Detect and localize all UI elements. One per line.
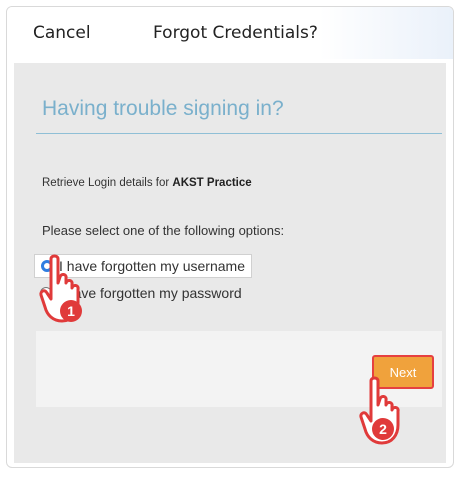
- pointing-hand-icon: 1: [39, 254, 82, 323]
- page-heading: Having trouble signing in?: [42, 97, 284, 120]
- organization-name: AKST Practice: [172, 177, 252, 189]
- options-prompt: Please select one of the following optio…: [42, 223, 285, 238]
- pointing-hand-icon: 2: [359, 376, 400, 445]
- retrieve-prefix: Retrieve Login details for: [42, 177, 173, 189]
- step-1-badge: 1: [67, 303, 75, 319]
- heading-divider: [36, 133, 442, 134]
- dialog-title: Forgot Credentials?: [153, 23, 318, 43]
- step-2-badge: 2: [379, 421, 387, 437]
- cancel-button[interactable]: Cancel: [33, 23, 91, 43]
- retrieve-text: Retrieve Login details for AKST Practice: [42, 177, 252, 189]
- header-bar: Cancel Forgot Credentials?: [7, 7, 453, 59]
- dialog-frame: Cancel Forgot Credentials? Having troubl…: [6, 6, 454, 468]
